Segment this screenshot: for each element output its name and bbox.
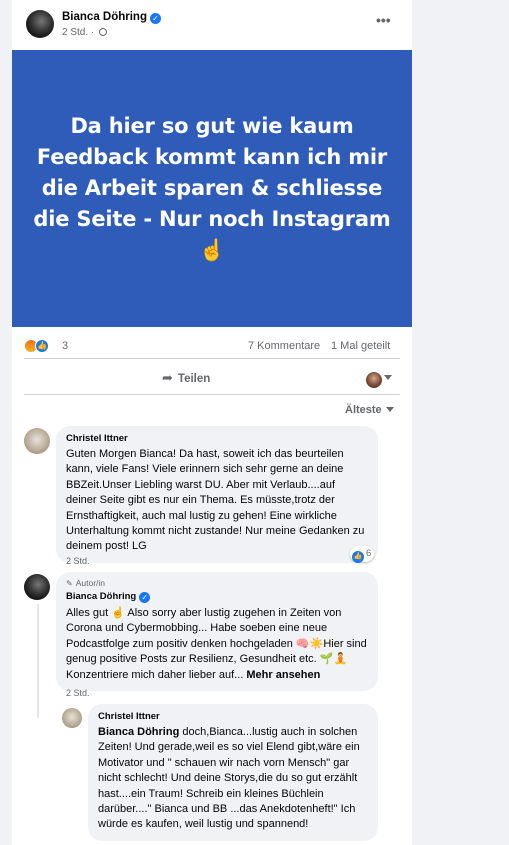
verified-badge-icon: ✓ xyxy=(139,592,151,603)
reply-bubble: Christel Ittner Bianca Döhring doch,Bian… xyxy=(88,704,378,841)
comment-author-row: Bianca Döhring ✓ xyxy=(66,591,368,603)
globe-icon xyxy=(99,28,108,36)
sort-label: Älteste xyxy=(345,404,382,416)
verified-badge-icon: ✓ xyxy=(149,13,161,24)
pen-icon: ✎ xyxy=(66,579,73,588)
thread-line xyxy=(37,604,39,718)
chevron-down-icon xyxy=(385,407,394,412)
more-options-button[interactable]: ••• xyxy=(376,13,391,27)
comment-author[interactable]: Bianca Döhring xyxy=(66,591,136,602)
comments-count[interactable]: 7 Kommentare xyxy=(248,340,320,352)
share-arrow-icon: ➦ xyxy=(162,370,173,385)
comment-author[interactable]: Christel Ittner xyxy=(66,433,368,444)
page-background xyxy=(412,0,509,845)
commenter-avatar[interactable] xyxy=(62,708,82,728)
author-badge-label: Autor/in xyxy=(75,578,105,588)
reacting-as-avatar[interactable] xyxy=(366,372,382,388)
post-banner[interactable]: Da hier so gut wie kaum Feedback kommt k… xyxy=(12,50,412,327)
commenter-avatar[interactable] xyxy=(24,428,50,454)
comment-text: Alles gut ☝️ Also sorry aber lustig zuge… xyxy=(66,607,367,681)
see-more-link[interactable]: Mehr ansehen xyxy=(246,669,320,681)
author-name-row: Bianca Döhring ✓ xyxy=(62,11,161,24)
author-badge: ✎ Autor/in xyxy=(66,578,368,588)
comment-time[interactable]: 2 Std. xyxy=(66,556,90,566)
comment-text-wrap: Bianca Döhring doch,Bianca...lustig auch… xyxy=(98,725,368,833)
reactions-summary: 👍 3 7 Kommentare 1 Mal geteilt xyxy=(12,334,412,358)
share-label: Teilen xyxy=(177,373,211,385)
banner-text: Da hier so gut wie kaum Feedback kommt k… xyxy=(33,114,391,262)
mention-link[interactable]: Bianca Döhring xyxy=(98,726,179,738)
divider xyxy=(24,358,400,359)
author-name[interactable]: Bianca Döhring xyxy=(62,11,147,23)
comment-text: doch,Bianca...lustig auch in solchen Zei… xyxy=(98,726,360,831)
post-time[interactable]: 2 Std. xyxy=(62,27,88,38)
commenter-avatar[interactable] xyxy=(24,574,50,600)
post-meta: 2 Std. · xyxy=(62,27,108,38)
comment-author[interactable]: Christel Ittner xyxy=(98,711,368,722)
comment-text-wrap: Alles gut ☝️ Also sorry aber lustig zuge… xyxy=(66,606,368,683)
comment-reaction-summary[interactable]: 👍 6 xyxy=(350,546,375,563)
comment-reaction-count: 6 xyxy=(366,548,372,559)
share-button[interactable]: ➦ Teilen xyxy=(162,370,210,386)
like-reaction-icon: 👍 xyxy=(35,339,49,353)
author-avatar[interactable] xyxy=(26,10,54,38)
comment-sort-button[interactable]: Älteste xyxy=(345,404,394,416)
reaction-icons[interactable]: 👍 xyxy=(24,339,54,353)
shares-count[interactable]: 1 Mal geteilt xyxy=(331,340,390,352)
comment-bubble: Christel Ittner Guten Morgen Bianca! Da … xyxy=(56,426,378,563)
post-card: Bianca Döhring ✓ 2 Std. · ••• Da hier so … xyxy=(12,0,412,845)
chevron-down-icon[interactable] xyxy=(384,375,392,380)
reaction-count[interactable]: 3 xyxy=(62,340,68,352)
comment-bubble: ✎ Autor/in Bianca Döhring ✓ Alles gut ☝️ A… xyxy=(56,572,378,692)
comment-time[interactable]: 2 Std. xyxy=(66,688,90,698)
like-reaction-icon: 👍 xyxy=(352,551,364,563)
post-header: Bianca Döhring ✓ 2 Std. · ••• xyxy=(12,0,412,50)
comment-text: Guten Morgen Bianca! Da hast, soweit ich… xyxy=(66,448,365,553)
divider xyxy=(24,394,400,395)
